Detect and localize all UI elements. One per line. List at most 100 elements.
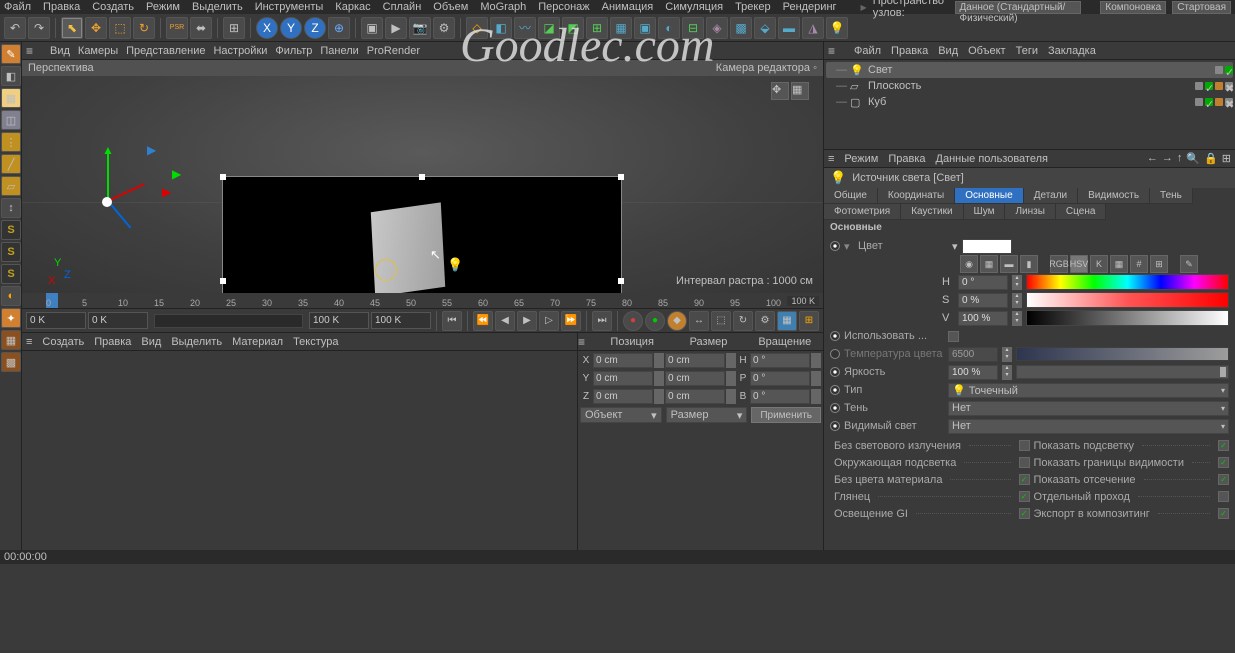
keyframe-icon[interactable]: ◆ <box>667 311 687 331</box>
key-params-icon[interactable]: ⚙ <box>755 311 775 331</box>
attr-hamburger-icon[interactable]: ≡ <box>828 153 834 165</box>
startpage-button[interactable]: Стартовая <box>1172 1 1231 14</box>
color-anim-radio[interactable] <box>830 241 840 251</box>
play-icon[interactable]: ▶ <box>517 311 537 331</box>
menu-edit[interactable]: Правка <box>43 1 80 13</box>
menu-character[interactable]: Персонаж <box>538 1 589 13</box>
bright-slider[interactable] <box>1016 365 1229 379</box>
menu-simulation[interactable]: Симуляция <box>665 1 723 13</box>
obj-view-menu[interactable]: Вид <box>938 45 958 57</box>
z-axis-icon[interactable]: Z <box>304 17 326 39</box>
temp-spinner[interactable]: ▴▾ <box>1002 347 1012 362</box>
rotate-tool-icon[interactable]: ↻ <box>133 17 155 39</box>
color-swatch[interactable] <box>962 239 1012 254</box>
x-axis-icon[interactable]: X <box>256 17 278 39</box>
type-radio[interactable] <box>830 385 840 395</box>
vislight-radio[interactable] <box>830 421 840 431</box>
picture-viewer-icon[interactable]: 📷 <box>409 17 431 39</box>
color-wheel-icon[interactable]: ◉ <box>960 255 978 273</box>
s-input[interactable] <box>958 293 1008 308</box>
menu-animation[interactable]: Анимация <box>602 1 654 13</box>
coord-size-input[interactable]: 0 cm <box>665 353 725 368</box>
coord-size-dropdown[interactable]: Размер▾ <box>666 407 748 423</box>
swatches-icon[interactable]: ⊞ <box>1150 255 1168 273</box>
color-swatch-icon[interactable]: ▮ <box>1020 255 1038 273</box>
viewport-nav-widget[interactable]: ✥▦ <box>771 82 811 102</box>
bright-radio[interactable] <box>830 367 840 377</box>
attr-tab[interactable]: Шум <box>964 204 1006 220</box>
layout-button[interactable]: Компоновка <box>1100 1 1166 14</box>
menu-file[interactable]: Файл <box>4 1 31 13</box>
null-object-icon[interactable]: ◇ <box>466 17 488 39</box>
grid-icon[interactable]: # <box>1130 255 1148 273</box>
coord-size-input[interactable]: 0 cm <box>665 371 725 386</box>
point-mode-icon[interactable]: ⋮ <box>1 132 21 152</box>
planar-wp-icon[interactable]: ▩ <box>1 352 21 372</box>
polygon-mode-icon[interactable]: ▱ <box>1 176 21 196</box>
light-icon[interactable]: 💡 <box>826 17 848 39</box>
val-slider[interactable] <box>1026 310 1229 326</box>
coord-size-input[interactable]: 0 cm <box>665 389 725 404</box>
obj-bookmark-menu[interactable]: Закладка <box>1048 45 1096 57</box>
wp-align-icon[interactable]: ✦ <box>1 308 21 328</box>
menu-tools[interactable]: Инструменты <box>255 1 324 13</box>
shadow-dropdown[interactable]: Нет▾ <box>948 401 1229 416</box>
checkbox[interactable]: ✓ <box>1218 457 1229 468</box>
axis-lock-icon[interactable]: ⊞ <box>223 17 245 39</box>
attr-tab[interactable]: Фотометрия <box>824 204 901 220</box>
h-spinner[interactable]: ▴▾ <box>1012 275 1022 290</box>
cube-primitive-icon[interactable]: ◧ <box>490 17 512 39</box>
scale-tool-icon[interactable]: ⬚ <box>109 17 131 39</box>
checkbox[interactable]: ✓ <box>1019 491 1030 502</box>
render-settings-icon[interactable]: ⚙ <box>433 17 455 39</box>
bright-spinner[interactable]: ▴▾ <box>1002 365 1012 380</box>
checkbox[interactable] <box>1218 491 1229 502</box>
menu-mograph[interactable]: MoGraph <box>480 1 526 13</box>
key-dope-icon[interactable]: ⊞ <box>799 311 819 331</box>
use-checkbox[interactable] <box>948 331 959 342</box>
coord-object-dropdown[interactable]: Объект▾ <box>580 407 662 423</box>
attr-edit-menu[interactable]: Правка <box>888 153 925 165</box>
frame-current-input[interactable] <box>88 312 148 329</box>
checkbox[interactable]: ✓ <box>1218 440 1229 451</box>
attr-tab[interactable]: Сцена <box>1056 204 1106 220</box>
coord-pos-input[interactable]: 0 cm <box>593 389 653 404</box>
object-row[interactable]: —▱Плоскость✓✖ <box>826 78 1233 94</box>
checkbox[interactable] <box>1019 457 1030 468</box>
spline-icon[interactable]: 〰 <box>514 17 536 39</box>
kelvin-icon[interactable]: K <box>1090 255 1108 273</box>
environment-icon[interactable]: ▦ <box>610 17 632 39</box>
sat-slider[interactable] <box>1026 292 1229 308</box>
vp-panels-menu[interactable]: Панели <box>320 45 358 57</box>
next-key-icon[interactable]: ⏩ <box>561 311 581 331</box>
coord-rot-input[interactable]: 0 ° <box>750 389 810 404</box>
object-list[interactable]: —💡Свет✓—▱Плоскость✓✖—▢Куб✓✖ <box>824 60 1235 150</box>
vp-view-menu[interactable]: Вид <box>50 45 70 57</box>
prev-key-icon[interactable]: ⏪ <box>473 311 493 331</box>
attr-tab[interactable]: Координаты <box>878 188 955 204</box>
frame-start-input[interactable] <box>26 312 86 329</box>
color-disclosure-icon[interactable]: ▾ <box>844 240 854 253</box>
attr-tab[interactable]: Тень <box>1150 188 1193 204</box>
world-axis-icon[interactable]: ⊕ <box>328 17 350 39</box>
coord-apply-button[interactable]: Применить <box>751 407 821 423</box>
timeline-ruler[interactable]: /*ticks populated below via JS loop*/ 10… <box>22 293 823 309</box>
coord-rot-input[interactable]: 0 ° <box>750 371 810 386</box>
attr-back-icon[interactable]: ← <box>1147 152 1158 165</box>
viewport-hamburger-icon[interactable]: ≡ <box>26 44 42 58</box>
attr-search-icon[interactable]: 🔍 <box>1186 152 1200 165</box>
menu-select[interactable]: Выделить <box>192 1 243 13</box>
key-rotation-icon[interactable]: ↻ <box>733 311 753 331</box>
type-dropdown[interactable]: 💡 Точечный▾ <box>948 383 1229 398</box>
generator-icon[interactable]: ◪ <box>538 17 560 39</box>
frame-end-input[interactable] <box>309 312 369 329</box>
locked-wp-icon[interactable]: ▦ <box>1 330 21 350</box>
attr-lock-icon[interactable]: 🔒 <box>1204 152 1218 165</box>
frame-total-input[interactable] <box>371 312 431 329</box>
timeline-scrollbar[interactable] <box>154 314 303 328</box>
attr-forward-icon[interactable]: → <box>1162 152 1173 165</box>
undo-icon[interactable]: ↶ <box>4 17 26 39</box>
snap3-icon[interactable]: S <box>1 264 21 284</box>
checkbox[interactable]: ✓ <box>1218 474 1229 485</box>
wp-snap-icon[interactable]: ◐ <box>1 286 21 306</box>
